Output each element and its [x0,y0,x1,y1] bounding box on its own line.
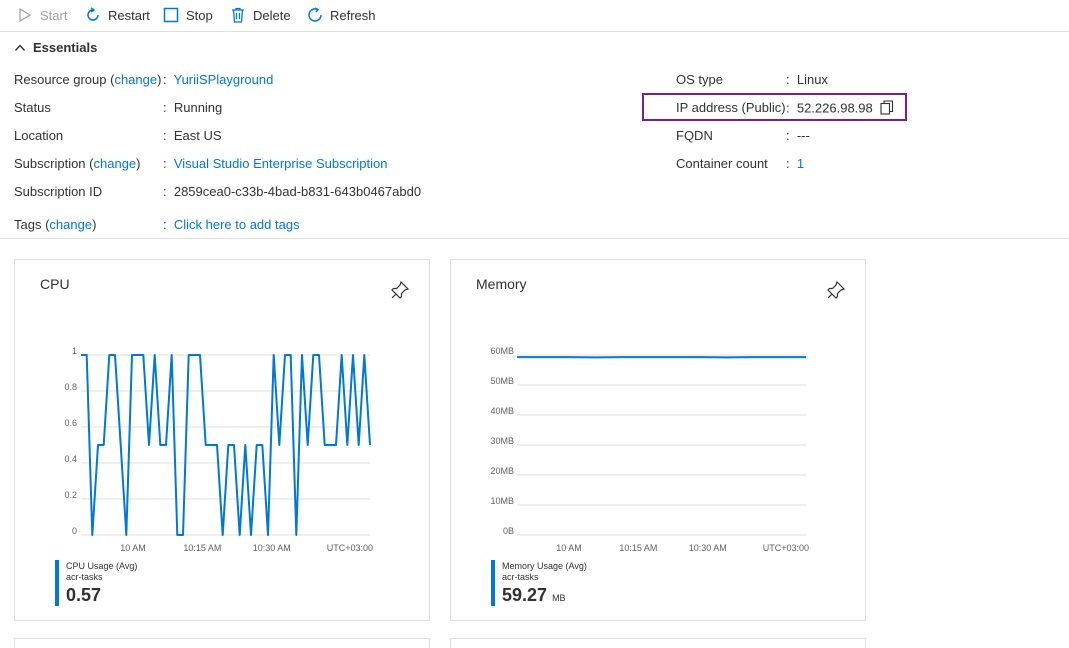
y-tick-label: 0.4 [64,454,77,464]
memory-line-chart: 60MB 50MB 40MB 30MB 20MB 10MB 0B 10 AM 10:15 AM 1… [451,260,851,560]
start-button[interactable]: Start [16,4,67,26]
chart-tile-partial [450,638,866,648]
x-tick-label: 10:30 AM [253,543,291,553]
subscription-id-value: : 2859cea0-c33b-4bad-b831-643b0467abd0 [163,184,421,199]
y-tick-label: 1 [72,346,77,356]
tags-label: Tags (change) [14,217,96,232]
resource-group-value: : YuriiSPlayground [163,72,273,87]
x-tick-label: UTC+03:00 [327,543,373,553]
series-color-swatch [55,560,59,606]
x-tick-label: 10:15 AM [183,543,221,553]
x-tick-label: 10 AM [120,543,146,553]
x-tick-label: UTC+03:00 [763,543,809,553]
resource-group-label: Resource group (change) [14,72,161,87]
chevron-up-icon [14,42,26,54]
y-tick-label: 30MB [490,436,514,446]
refresh-button[interactable]: Refresh [306,4,376,26]
stop-button[interactable]: Stop [162,4,213,26]
x-tick-label: 10 AM [556,543,582,553]
refresh-icon [306,6,324,24]
restart-icon [84,6,102,24]
essentials-toggle[interactable]: Essentials [14,40,97,55]
cpu-legend-value: 0.57 [66,585,101,606]
memory-legend-name: Memory Usage (Avg) [502,561,587,571]
fqdn-value: : --- [786,128,810,143]
memory-legend-resource: acr-tasks [502,572,539,582]
y-tick-label: 10MB [490,496,514,506]
os-type-value: : Linux [786,72,828,87]
change-tags-link[interactable]: change [49,217,92,232]
change-subscription-link[interactable]: change [94,156,137,171]
subscription-id-label: Subscription ID [14,184,102,199]
series-line [81,355,370,535]
stop-icon [162,6,180,24]
command-bar: Start Restart Stop Delete Refresh [0,0,1069,32]
ip-address-label: IP address (Public) [676,100,786,115]
memory-legend-value: 59.27 MB [502,585,566,606]
container-count-value: : 1 [786,156,804,171]
container-count-label: Container count [676,156,768,171]
status-value: : Running [163,100,222,115]
tags-value: : Click here to add tags [163,217,300,232]
essentials-title: Essentials [33,40,97,55]
y-tick-label: 0.8 [64,382,77,392]
container-count-link[interactable]: 1 [797,156,804,171]
y-tick-label: 40MB [490,406,514,416]
add-tags-link[interactable]: Click here to add tags [174,217,300,232]
y-tick-label: 0B [503,526,514,536]
x-tick-label: 10:15 AM [619,543,657,553]
essentials-divider [0,238,1069,239]
subscription-label: Subscription (change) [14,156,141,171]
y-tick-label: 0 [72,526,77,536]
delete-button[interactable]: Delete [229,4,291,26]
cpu-chart-tile[interactable]: CPU 10.80.60.40.2010 AM10:15 AM10:30 AMU… [14,259,430,621]
y-tick-label: 50MB [490,376,514,386]
change-resource-group-link[interactable]: change [114,72,157,87]
y-tick-label: 0.2 [64,490,77,500]
subscription-value: : Visual Studio Enterprise Subscription [163,156,388,171]
location-label: Location [14,128,63,143]
y-tick-label: 60MB [490,346,514,356]
cpu-legend-name: CPU Usage (Avg) [66,561,137,571]
trash-icon [229,6,247,24]
os-type-label: OS type [676,72,723,87]
cpu-line-chart: 1 0.8 0.6 0.4 0.2 0 10 AM 10:15 AM 10:30 AM UTC+0… [15,260,415,560]
location-value: : East US [163,128,222,143]
series-color-swatch [491,560,495,606]
restart-button[interactable]: Restart [84,4,150,26]
copy-icon[interactable] [880,100,894,118]
resource-group-link[interactable]: YuriiSPlayground [174,72,274,87]
y-tick-label: 0.6 [64,418,77,428]
play-icon [16,6,34,24]
status-label: Status [14,100,51,115]
subscription-link[interactable]: Visual Studio Enterprise Subscription [174,156,388,171]
y-tick-label: 20MB [490,466,514,476]
fqdn-label: FQDN [676,128,713,143]
cpu-legend-resource: acr-tasks [66,572,103,582]
ip-address-value: : 52.226.98.98 [786,100,894,118]
x-tick-label: 10:30 AM [689,543,727,553]
chart-tile-partial [14,638,430,648]
memory-chart-tile[interactable]: Memory 60MB50MB40MB30MB20MB10MB0B10 AM10… [450,259,866,621]
